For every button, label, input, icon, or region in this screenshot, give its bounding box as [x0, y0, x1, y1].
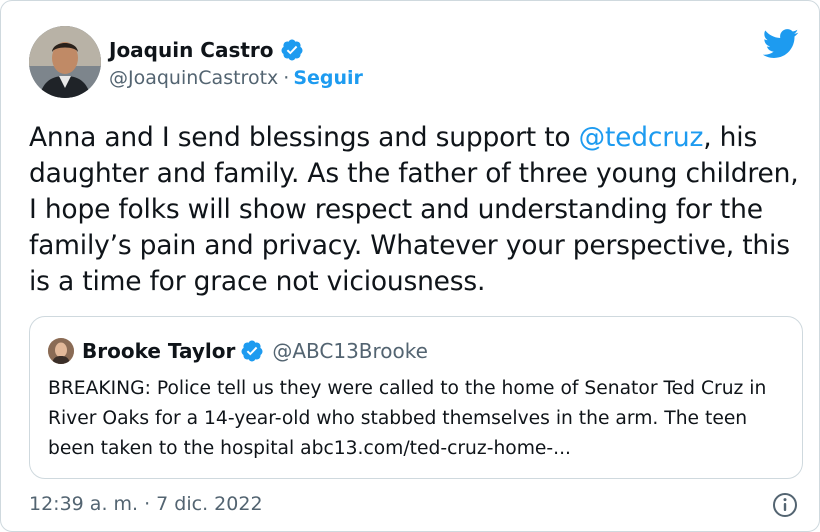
quote-header: Brooke Taylor @ABC13Brooke	[48, 337, 428, 365]
quote-author-handle: @ABC13Brooke	[272, 339, 428, 363]
follow-button[interactable]: Seguir	[293, 67, 363, 89]
verified-badge-icon	[281, 39, 303, 61]
author-block: Joaquin Castro @JoaquinCastrotx · Seguir	[109, 36, 363, 92]
tweet-header: Joaquin Castro @JoaquinCastrotx · Seguir	[29, 26, 799, 98]
author-handle[interactable]: @JoaquinCastrotx	[109, 67, 278, 89]
tweet-text-before: Anna and I send blessings and support to	[29, 122, 579, 153]
author-name[interactable]: Joaquin Castro	[109, 38, 274, 62]
quoted-tweet[interactable]: Brooke Taylor @ABC13Brooke BREAKING: Pol…	[29, 316, 803, 479]
tweet-card: Joaquin Castro @JoaquinCastrotx · Seguir…	[0, 0, 820, 532]
tweet-text: Anna and I send blessings and support to…	[29, 120, 809, 300]
twitter-bird-icon[interactable]	[763, 29, 799, 59]
handle-separator: ·	[283, 67, 290, 89]
author-avatar[interactable]	[29, 26, 101, 98]
info-icon[interactable]	[771, 491, 799, 519]
quote-verified-badge-icon	[241, 340, 263, 362]
tweet-timestamp[interactable]: 12:39 a. m. · 7 dic. 2022	[29, 493, 263, 515]
author-avatar-image	[29, 26, 101, 98]
quote-text: BREAKING: Police tell us they were calle…	[48, 378, 767, 459]
mention-link[interactable]: @tedcruz	[579, 122, 704, 153]
quote-avatar-image	[48, 338, 74, 364]
quote-author-avatar	[48, 338, 74, 364]
quote-author-name: Brooke Taylor	[82, 339, 236, 363]
